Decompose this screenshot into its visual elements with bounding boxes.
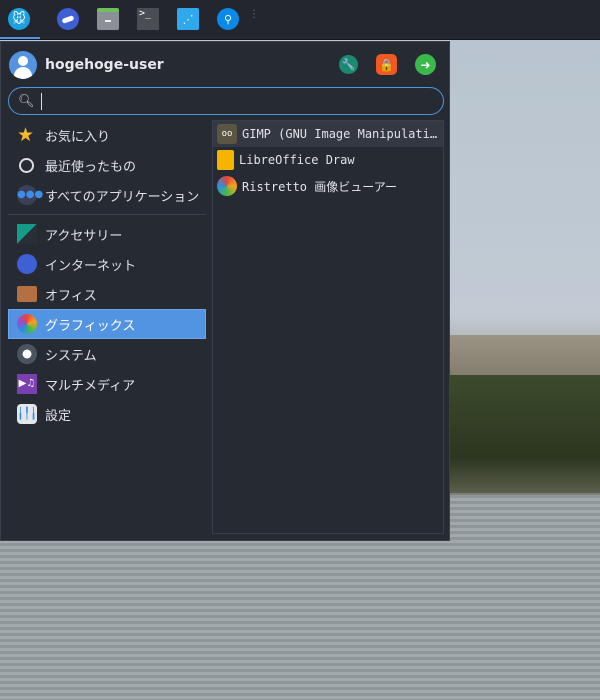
- category-favorites[interactable]: ★ お気に入り: [8, 120, 206, 150]
- category-accessories[interactable]: アクセサリー: [8, 219, 206, 249]
- accessories-icon: [17, 224, 37, 244]
- category-office[interactable]: オフィス: [8, 279, 206, 309]
- category-all-apps[interactable]: ●●● すべてのアプリケーション: [8, 180, 206, 210]
- app-label: LibreOffice Draw: [239, 153, 355, 167]
- ristretto-icon: [217, 176, 237, 196]
- category-label: 最近使ったもの: [45, 159, 137, 175]
- user-info: hogehoge-user: [9, 51, 164, 79]
- category-label: システム: [45, 348, 97, 364]
- lock-icon: 🔒: [379, 57, 394, 72]
- clock-icon: [19, 157, 34, 173]
- logout-icon: ➜: [420, 57, 431, 72]
- category-system[interactable]: システム: [8, 339, 206, 369]
- star-icon: ★: [17, 124, 35, 146]
- file-manager-launcher[interactable]: [97, 8, 119, 30]
- search-box[interactable]: 🔍︎: [8, 87, 444, 115]
- settings-manager-button[interactable]: 🔧: [338, 54, 359, 75]
- search-input[interactable]: [40, 92, 431, 110]
- app-label: Ristretto 画像ビューアー: [242, 179, 398, 194]
- all-apps-icon: ●●●: [17, 185, 43, 205]
- category-separator: [8, 214, 206, 215]
- whisker-menu-button[interactable]: 🐭: [8, 8, 30, 30]
- wrench-icon: 🔧: [339, 55, 358, 74]
- office-icon: [17, 286, 37, 302]
- internet-icon: [17, 254, 37, 274]
- terminal-launcher[interactable]: >_: [137, 8, 159, 30]
- category-graphics[interactable]: グラフィックス: [8, 309, 206, 339]
- panel-separator-handle[interactable]: ⋮: [249, 10, 259, 20]
- app-store-launcher[interactable]: ⋰: [177, 8, 199, 30]
- category-label: すべてのアプリケーション: [45, 189, 200, 205]
- whisker-menu: hogehoge-user 🔧 🔒 ➜ 🔍︎ ★ お気に入り 最近使ったもの ●●…: [0, 41, 450, 541]
- category-recent[interactable]: 最近使ったもの: [8, 150, 206, 180]
- category-label: グラフィックス: [45, 318, 136, 334]
- wallpaper-trees: [449, 375, 600, 493]
- app-gimp[interactable]: oo GIMP (GNU Image Manipulati…: [213, 121, 443, 147]
- graphics-icon: [17, 314, 37, 334]
- category-label: アクセサリー: [45, 228, 123, 244]
- app-ristretto[interactable]: Ristretto 画像ビューアー: [213, 173, 443, 199]
- gimp-icon: oo: [217, 124, 237, 144]
- category-label: マルチメディア: [45, 378, 136, 394]
- system-icon: [17, 344, 37, 364]
- username: hogehoge-user: [45, 57, 164, 73]
- logout-button[interactable]: ➜: [415, 54, 436, 75]
- category-label: お気に入り: [45, 129, 111, 145]
- libreoffice-draw-icon: [217, 150, 234, 170]
- app-libreoffice-draw[interactable]: LibreOffice Draw: [213, 147, 443, 173]
- app-label: GIMP (GNU Image Manipulati…: [242, 127, 438, 141]
- category-label: インターネット: [45, 258, 137, 274]
- lock-screen-button[interactable]: 🔒: [376, 54, 397, 75]
- category-multimedia[interactable]: ▶♫ マルチメディア: [8, 369, 206, 399]
- category-list: ★ お気に入り 最近使ったもの ●●● すべてのアプリケーション アクセサリー イン…: [8, 120, 206, 429]
- app-finder-launcher[interactable]: ⚲: [217, 8, 239, 30]
- active-indicator: [0, 37, 40, 39]
- top-panel: 🐭 >_ ⋰ ⚲ ⋮: [0, 0, 600, 40]
- multimedia-icon: ▶♫: [17, 374, 37, 394]
- search-icon: 🔍︎: [18, 93, 35, 109]
- category-label: オフィス: [45, 288, 97, 304]
- app-list: oo GIMP (GNU Image Manipulati… LibreOffic…: [212, 120, 444, 534]
- category-label: 設定: [45, 408, 72, 424]
- web-browser-launcher[interactable]: [57, 8, 79, 30]
- settings-icon: ╽╿╽: [17, 404, 37, 424]
- avatar: [9, 51, 37, 79]
- category-settings[interactable]: ╽╿╽ 設定: [8, 399, 206, 429]
- category-internet[interactable]: インターネット: [8, 249, 206, 279]
